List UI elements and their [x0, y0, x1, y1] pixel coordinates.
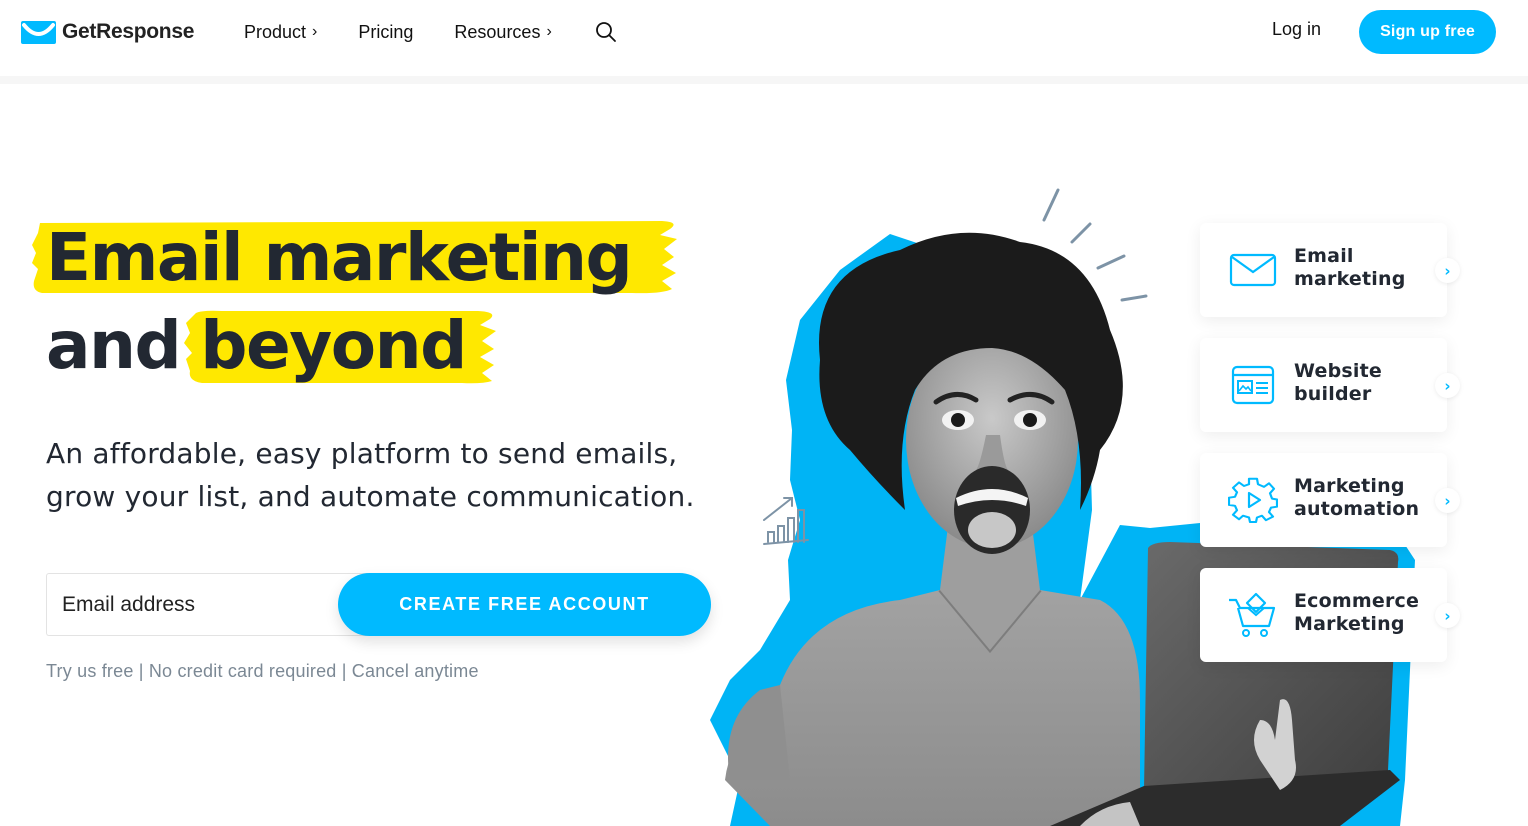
brand-name: GetResponse [62, 20, 195, 43]
chevron-right-icon: › [312, 23, 318, 40]
feature-card-label: Ecommerce Marketing [1294, 590, 1420, 635]
nav-item-label: Resources [454, 21, 541, 42]
chevron-right-icon[interactable]: › [1435, 373, 1460, 398]
shopping-cart-icon [1229, 592, 1276, 637]
feature-card-label: Website builder [1294, 360, 1382, 405]
headline-highlight-text: Email marketing [46, 219, 633, 296]
website-icon [1231, 365, 1275, 405]
nav-item-product[interactable]: Product › [244, 18, 317, 46]
create-free-account-button[interactable]: CREATE FREE ACCOUNT [338, 573, 711, 636]
signup-disclaimer: Try us free | No credit card required | … [46, 661, 479, 681]
brand-logo[interactable]: GetResponse [21, 20, 194, 44]
main-nav: Product › Pricing Resources › [244, 18, 593, 46]
login-link[interactable]: Log in [1272, 19, 1321, 40]
chevron-right-icon[interactable]: › [1435, 488, 1460, 513]
chevron-right-icon[interactable]: › [1435, 603, 1460, 628]
headline-line-2: and beyond [46, 302, 631, 390]
feature-card-label: Email marketing [1294, 245, 1406, 290]
headline-highlight-text: beyond [200, 307, 467, 384]
site-header: GetResponse Product › Pricing Resources … [0, 0, 1528, 76]
search-button[interactable] [594, 20, 618, 44]
feature-card-marketing-automation[interactable]: Marketing automation › [1200, 453, 1460, 547]
nav-item-label: Product [244, 21, 307, 42]
logo-envelope-icon [21, 20, 56, 44]
feature-card-label: Marketing automation [1294, 475, 1420, 520]
hero-headline: Email marketing and beyond [46, 214, 633, 390]
gear-play-icon [1228, 477, 1278, 523]
hero-subheadline: An affordable, easy platform to send ema… [46, 437, 695, 513]
feature-card-email-marketing[interactable]: Email marketing › [1200, 223, 1460, 317]
chevron-right-icon[interactable]: › [1435, 258, 1460, 283]
nav-item-pricing[interactable]: Pricing [358, 18, 413, 46]
search-icon [596, 22, 616, 42]
headline-line-1: Email marketing [46, 214, 633, 302]
nav-item-label: Pricing [358, 21, 414, 42]
headline-plain-text: and [46, 307, 182, 384]
feature-card-ecommerce-marketing[interactable]: Ecommerce Marketing › [1200, 568, 1460, 662]
feature-card-website-builder[interactable]: Website builder › [1200, 338, 1460, 432]
signup-form: CREATE FREE ACCOUNT [46, 573, 711, 636]
header-divider [0, 76, 1528, 84]
envelope-icon [1229, 253, 1277, 287]
email-input[interactable] [46, 573, 376, 636]
nav-item-resources[interactable]: Resources › [454, 18, 551, 46]
chevron-right-icon: › [546, 23, 552, 40]
signup-button[interactable]: Sign up free [1359, 10, 1496, 54]
